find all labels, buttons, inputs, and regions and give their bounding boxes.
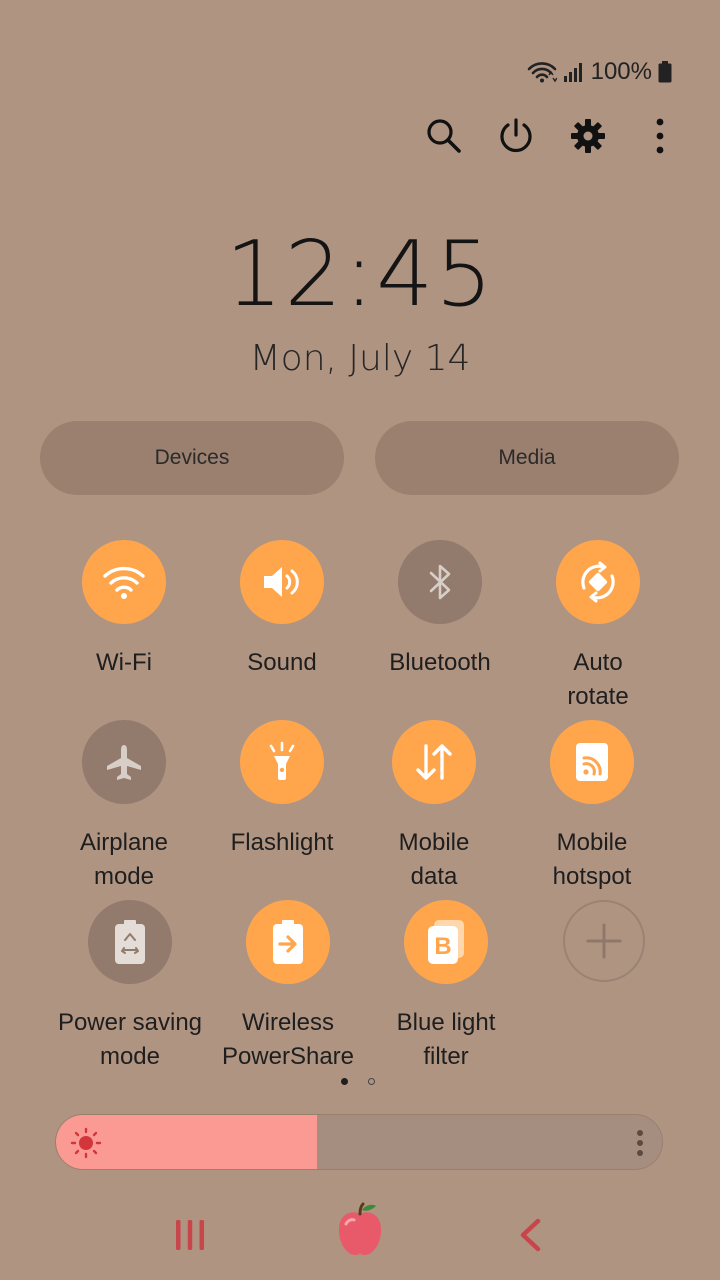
tile-auto-rotate[interactable]: Auto rotate [518,540,678,714]
search-icon[interactable] [424,112,464,160]
tile-label: Wireless PowerShare [221,1009,355,1070]
signal-icon [563,61,585,83]
tile-wireless-powershare[interactable]: Wireless PowerShare [208,900,368,1074]
recents-icon[interactable] [160,1210,220,1260]
svg-text:B: B [434,933,451,960]
tile-label: Blue light filter [396,1009,496,1070]
sun-icon [70,1127,102,1164]
tile-label: Airplane mode [79,829,169,890]
tile-label: Power saving mode [57,1009,203,1070]
more-vert-icon[interactable] [640,112,680,160]
home-apple-icon[interactable] [330,1200,390,1260]
tile-flashlight[interactable]: Flashlight [202,720,362,860]
gear-icon[interactable] [568,112,608,160]
battery-icon [658,61,672,83]
navigation-bar [0,1200,720,1270]
page-dot-active[interactable] [341,1078,348,1085]
blue-light-filter-icon: B [404,900,488,984]
add-icon [563,900,645,982]
power-saving-icon [88,900,172,984]
brightness-more-icon[interactable] [636,1129,644,1162]
wireless-powershare-icon [246,900,330,984]
tile-mobile-hotspot[interactable]: Mobile hotspot [512,720,672,894]
tile-bluetooth[interactable]: Bluetooth [360,540,520,680]
page-dot[interactable] [368,1078,375,1085]
back-icon[interactable] [505,1210,555,1260]
tile-label: Bluetooth [389,649,491,676]
auto-rotate-icon [556,540,640,624]
tile-airplane-mode[interactable]: Airplane mode [44,720,204,894]
tile-label: Mobile hotspot [552,829,632,890]
page-indicator [341,1078,375,1085]
airplane-icon [82,720,166,804]
clock-date[interactable]: Mon, July 14 [0,338,720,379]
media-button[interactable]: Media [375,421,679,495]
tile-mobile-data[interactable]: Mobile data [354,720,514,894]
tile-label: Flashlight [230,829,334,856]
speaker-icon [240,540,324,624]
power-icon[interactable] [496,112,536,160]
devices-button[interactable]: Devices [40,421,344,495]
tile-sound[interactable]: Sound [202,540,362,680]
wifi-icon [82,540,166,624]
tile-power-saving-mode[interactable]: Power saving mode [50,900,210,1074]
mobile-data-icon [392,720,476,804]
tile-blue-light-filter[interactable]: B Blue light filter [366,900,526,1074]
tile-label: Mobile data [398,829,470,890]
tile-label: Sound [247,649,317,676]
bluetooth-icon [398,540,482,624]
tile-add[interactable] [524,900,684,982]
tile-label: Auto rotate [567,649,629,710]
battery-percent: 100% [590,58,652,85]
tile-label: Wi-Fi [96,649,152,676]
quick-panel-actions [424,112,680,160]
wifi-icon [527,60,557,84]
flashlight-icon [240,720,324,804]
clock-time[interactable]: 12:45 [0,222,720,327]
brightness-slider[interactable] [55,1114,663,1170]
tile-wifi[interactable]: Wi-Fi [44,540,204,680]
status-bar: 100% [527,56,672,88]
hotspot-icon [550,720,634,804]
